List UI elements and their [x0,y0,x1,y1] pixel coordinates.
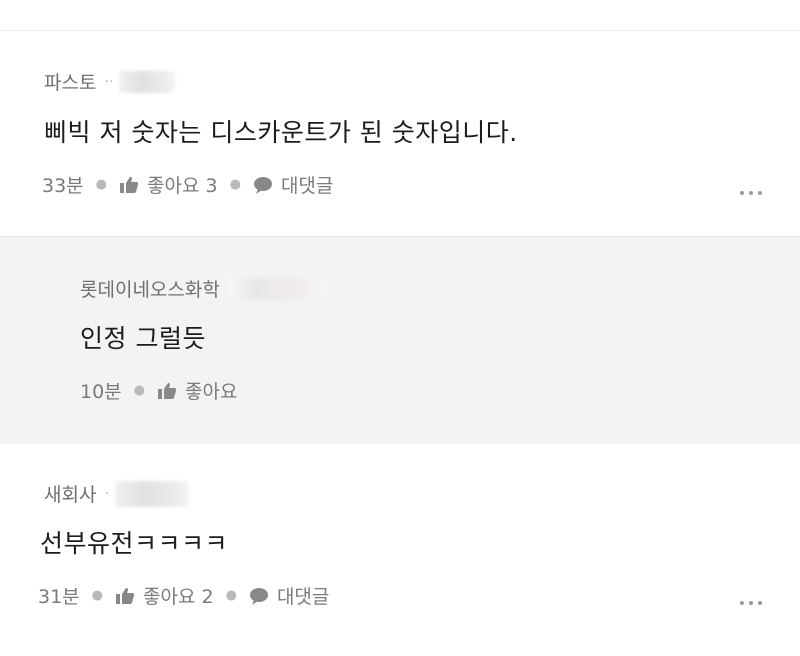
more-dots-icon [758,601,762,605]
comment-body: 삐빅 저 숫자는 디스카운트가 된 숫자입니다. [44,118,518,147]
reply-label: 대댓글 [276,586,330,608]
comment-meta: 10분 ● 좋아요 [80,377,237,404]
speech-bubble-icon [253,176,272,194]
redacted-author-detail [114,480,189,507]
reply-button[interactable]: 대댓글 [249,582,329,609]
thumbs-up-icon [120,176,139,193]
author-suffix: · [104,485,109,502]
comment-time: 31분 [38,586,80,608]
reply-button[interactable]: 대댓글 [253,171,333,198]
like-button[interactable]: 좋아요 [157,377,237,404]
comment-time: 10분 [80,381,122,403]
comment-body: 선부유전ㅋㅋㅋㅋ [40,529,229,558]
author-name: 새회사 [44,484,97,506]
comment-body: 인정 그럴듯 [80,324,206,353]
like-label: 좋아요 [185,381,238,403]
meta-separator: ● [229,177,241,192]
like-label: 좋아요 3 [147,175,218,197]
comment-item: 새회사 · 선부유전ㅋㅋㅋㅋ 31분 ● 좋아요 2 ● 대댓글 [0,444,800,656]
meta-separator: ● [91,588,104,603]
comment-item: 파스토 ·· 삐빅 저 숫자는 디스카운트가 된 숫자입니다. 33분 ● 좋아… [0,31,800,236]
reply-comment-item: 롯데이네오스화학 인정 그럴듯 10분 ● 좋아요 [0,236,800,445]
meta-separator: ● [225,588,237,603]
comment-author[interactable]: 파스토 ·· [44,68,176,95]
like-button[interactable]: 좋아요 3 [119,171,218,198]
thumbs-up-icon [158,382,177,399]
speech-bubble-icon [249,587,268,605]
more-options-button[interactable] [740,601,762,605]
author-suffix: ·· [104,73,114,90]
meta-separator: ● [95,177,108,192]
more-options-button[interactable] [740,191,762,195]
more-dots-icon [749,601,753,605]
more-dots-icon [740,601,744,605]
author-name: 파스토 [44,72,97,94]
comment-author[interactable]: 롯데이네오스화학 [80,275,324,302]
more-dots-icon [740,191,744,195]
comment-meta: 33분 ● 좋아요 3 ● 대댓글 [42,171,333,198]
redacted-author-detail [119,70,176,93]
meta-separator: ● [133,383,146,398]
redacted-author-detail [227,277,324,300]
more-dots-icon [758,191,762,195]
comment-author[interactable]: 새회사 · [44,480,189,507]
more-dots-icon [749,191,753,195]
author-name: 롯데이네오스화학 [80,279,220,301]
comment-time: 33분 [42,175,84,197]
reply-label: 대댓글 [280,175,334,197]
comment-meta: 31분 ● 좋아요 2 ● 대댓글 [38,582,329,609]
thumbs-up-icon [116,587,135,604]
like-label: 좋아요 2 [143,586,214,608]
like-button[interactable]: 좋아요 2 [115,582,214,609]
